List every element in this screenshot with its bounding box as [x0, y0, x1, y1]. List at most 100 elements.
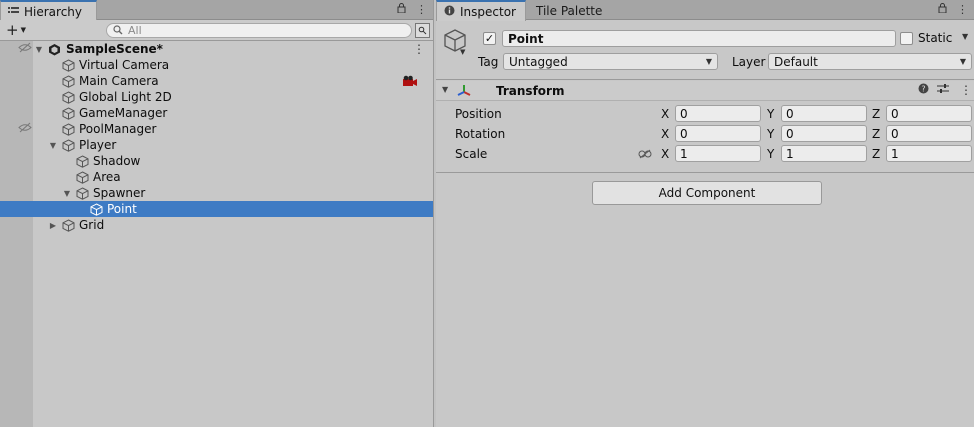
kebab-menu-icon[interactable]: ⋮ [416, 3, 427, 16]
hierarchy-item-global-light-2d[interactable]: Global Light 2D [0, 89, 433, 105]
search-placeholder: All [128, 24, 142, 37]
position-z-field[interactable]: 0 [886, 105, 972, 122]
expand-arrow-icon[interactable]: ▼ [48, 141, 58, 150]
position-label: Position [455, 107, 502, 121]
axis-y-label: Y [767, 147, 775, 161]
list-item-label: PoolManager [79, 122, 157, 136]
hierarchy-item-main-camera[interactable]: Main Camera [0, 73, 433, 89]
eye-hidden-icon[interactable] [18, 42, 32, 56]
lock-icon[interactable] [397, 3, 406, 16]
tab-hierarchy[interactable]: Hierarchy [0, 0, 97, 21]
collapse-arrow-icon[interactable]: ▶ [48, 221, 58, 230]
scene-row[interactable]: ▼ SampleScene* ⋮ [0, 41, 433, 57]
list-item-label: Player [79, 138, 117, 152]
scale-y-field[interactable]: 1 [781, 145, 867, 162]
layer-dropdown[interactable]: Default ▼ [768, 53, 972, 70]
list-item-label: Global Light 2D [79, 90, 172, 104]
tab-tile-palette[interactable]: Tile Palette [529, 1, 610, 21]
transform-component-header[interactable]: ▼ Transform ? ⋮ [436, 81, 974, 101]
add-component-button[interactable]: Add Component [592, 181, 822, 205]
info-icon [444, 5, 455, 19]
list-item-label: Shadow [93, 154, 141, 168]
hierarchy-item-poolmanager[interactable]: PoolManager [0, 121, 433, 137]
help-icon[interactable]: ? [918, 83, 929, 97]
hierarchy-tree: ▼ SampleScene* ⋮ Virtual Camera Main Cam… [0, 41, 433, 233]
hierarchy-item-player[interactable]: ▼ Player [0, 137, 433, 153]
hierarchy-item-gamemanager[interactable]: GameManager [0, 105, 433, 121]
sliders-icon[interactable] [937, 83, 949, 97]
axis-z-label: Z [872, 107, 881, 121]
hierarchy-search-field[interactable]: All [106, 23, 412, 38]
kebab-menu-icon[interactable]: ⋮ [413, 42, 425, 56]
hierarchy-item-virtual-camera[interactable]: Virtual Camera [0, 57, 433, 73]
list-item-label: Grid [79, 218, 105, 232]
scale-x-field[interactable]: 1 [675, 145, 761, 162]
hierarchy-item-spawner[interactable]: ▼ Spawner [0, 185, 433, 201]
position-x-field[interactable]: 0 [675, 105, 761, 122]
chevron-down-icon: ▼ [959, 57, 966, 66]
chevron-down-icon[interactable]: ▼ [460, 48, 465, 56]
hierarchy-item-grid[interactable]: ▶ Grid [0, 217, 433, 233]
search-options-button[interactable] [415, 23, 430, 38]
hierarchy-item-shadow[interactable]: Shadow [0, 153, 433, 169]
chevron-down-icon[interactable]: ▼ [962, 32, 968, 41]
eye-hidden-icon[interactable] [18, 122, 32, 136]
rotation-label: Rotation [455, 127, 506, 141]
expand-arrow-icon[interactable]: ▼ [34, 45, 44, 54]
tag-value: Untagged [509, 54, 568, 69]
component-divider [436, 172, 974, 173]
transform-axes-icon [456, 83, 472, 99]
hierarchy-item-point[interactable]: Point [0, 201, 433, 217]
list-item-label: Area [93, 170, 121, 184]
cube-icon [90, 202, 103, 216]
cube-icon [62, 218, 75, 232]
cube-icon [76, 170, 89, 184]
inspector-tab-bar: Inspector Tile Palette ⋮ [436, 0, 974, 21]
search-icon [113, 24, 123, 38]
axis-z-label: Z [872, 127, 881, 141]
chevron-down-icon: ▼ [705, 57, 712, 66]
tab-inspector[interactable]: Inspector [436, 0, 526, 21]
list-item-label: Spawner [93, 186, 146, 200]
create-button[interactable]: + ▼ [6, 21, 34, 39]
kebab-menu-icon[interactable]: ⋮ [960, 83, 972, 97]
cube-icon [62, 90, 75, 104]
expand-arrow-icon[interactable]: ▼ [442, 85, 448, 94]
unity-logo-icon [48, 43, 61, 56]
position-y-field[interactable]: 0 [781, 105, 867, 122]
scene-name: SampleScene* [66, 42, 163, 56]
tab-inspector-label: Inspector [460, 4, 516, 19]
cube-icon [76, 154, 89, 168]
object-name-field[interactable]: Point [502, 30, 896, 47]
active-checkbox[interactable]: ✓ [483, 32, 496, 45]
rotation-y-field[interactable]: 0 [781, 125, 867, 142]
static-checkbox[interactable] [900, 32, 913, 45]
list-item-label: Main Camera [79, 74, 159, 88]
cube-icon [62, 138, 75, 152]
transform-title: Transform [496, 84, 565, 98]
list-item-label: GameManager [79, 106, 168, 120]
tag-dropdown[interactable]: Untagged ▼ [503, 53, 718, 70]
tab-hierarchy-label: Hierarchy [24, 4, 83, 19]
list-item-label: Point [107, 202, 137, 216]
list-icon [8, 5, 19, 19]
hierarchy-tab-controls: ⋮ [397, 3, 427, 16]
kebab-menu-icon[interactable]: ⋮ [957, 3, 968, 16]
gameobject-header: ▼ ✓ Point Static ▼ Tag Untagged ▼ Layer … [436, 20, 974, 80]
link-icon[interactable] [638, 148, 652, 159]
axis-x-label: X [661, 107, 670, 121]
scale-z-field[interactable]: 1 [886, 145, 972, 162]
hierarchy-panel: Hierarchy ⋮ + ▼ All ▼ SampleScene* ⋮ Vir… [0, 0, 434, 427]
rotation-x-field[interactable]: 0 [675, 125, 761, 142]
axis-y-label: Y [767, 107, 775, 121]
camera-gizmo-icon[interactable] [402, 75, 418, 87]
hierarchy-item-area[interactable]: Area [0, 169, 433, 185]
scale-label: Scale [455, 147, 488, 161]
list-item-label: Virtual Camera [79, 58, 170, 72]
lock-icon[interactable] [938, 3, 947, 16]
rotation-z-field[interactable]: 0 [886, 125, 972, 142]
axis-x-label: X [661, 127, 670, 141]
layer-label: Layer [732, 55, 766, 69]
plus-icon: + [6, 21, 19, 39]
expand-arrow-icon[interactable]: ▼ [62, 189, 72, 198]
